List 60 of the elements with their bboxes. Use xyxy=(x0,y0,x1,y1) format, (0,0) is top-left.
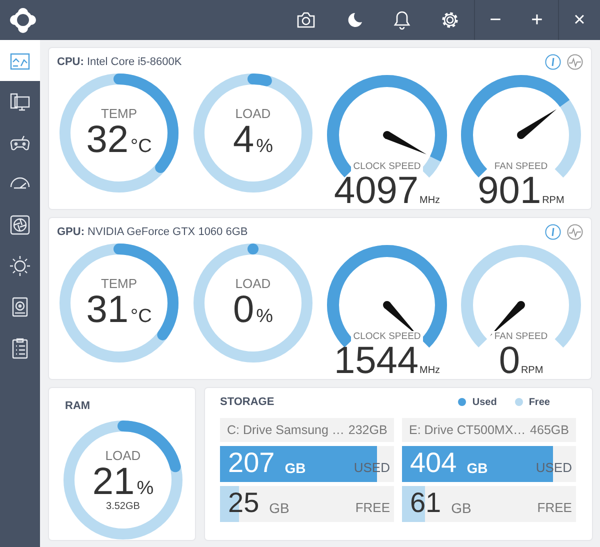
legend-label: Free xyxy=(528,396,550,408)
gauge-unit: MHz xyxy=(419,365,440,376)
gauge-label: TEMP xyxy=(100,107,138,121)
info-button[interactable] xyxy=(545,54,561,70)
minimize-button[interactable]: − xyxy=(474,0,516,40)
legend-label: Used xyxy=(472,396,497,408)
gauge-unit: °C xyxy=(130,306,152,328)
logo-icon xyxy=(8,5,38,35)
drive-name: E: Drive CT500MX… xyxy=(408,423,526,437)
free-value: 61 xyxy=(410,488,442,518)
gauge-unit: MHz xyxy=(419,195,440,206)
drive-size: 232GB xyxy=(348,423,388,437)
gauge-label: LOAD xyxy=(235,107,271,121)
gauge-unit: RPM xyxy=(542,195,564,206)
gauge-value: 0 xyxy=(498,342,520,380)
card-title: STORAGE xyxy=(220,396,274,408)
gauge-label: CLOCK SPEED xyxy=(351,331,423,342)
used-value: 207 xyxy=(228,448,275,478)
gauge-value: 0 xyxy=(232,291,254,329)
free-unit: GB xyxy=(269,499,290,518)
gauge-unit: °C xyxy=(130,136,152,158)
monitor-icon xyxy=(9,90,31,112)
gauge-value: 21 xyxy=(92,462,135,500)
sun-icon xyxy=(9,254,31,276)
sidebar-item[interactable] xyxy=(0,40,40,81)
free-unit: GB xyxy=(451,499,472,518)
free-label: FREE xyxy=(355,499,390,517)
card-title: CPU: Intel Core i5-8600K xyxy=(57,56,182,68)
drive-name: C: Drive Samsung … xyxy=(227,423,344,437)
gauge-label: TEMP xyxy=(100,277,138,291)
free-value: 25 xyxy=(228,488,260,518)
gauge-unit: % xyxy=(256,136,274,158)
gauge-label: LOAD xyxy=(235,277,271,291)
graph-button[interactable] xyxy=(567,224,583,240)
graph-button[interactable] xyxy=(567,54,583,70)
info-button[interactable] xyxy=(545,224,561,240)
gauge-value: 901 xyxy=(478,172,542,210)
gauge-value: 32 xyxy=(86,121,128,159)
used-unit: GB xyxy=(284,459,306,478)
gauge-unit: % xyxy=(256,306,274,328)
card-title: GPU: NVIDIA GeForce GTX 1060 6GB xyxy=(57,226,248,238)
gauge-label: LOAD xyxy=(105,448,141,462)
close-button[interactable]: × xyxy=(558,0,600,40)
maximize-button[interactable]: + xyxy=(516,0,558,40)
gauge-value: 4 xyxy=(232,121,254,159)
gauge-value: 31 xyxy=(86,291,128,329)
gauge-label: FAN SPEED xyxy=(492,331,550,342)
used-value: 404 xyxy=(410,448,457,478)
gauge-sub-value: 3.52GB xyxy=(106,500,140,512)
gauge-value: 4097 xyxy=(334,172,418,210)
gauge-unit: % xyxy=(136,478,154,500)
gauge-unit: RPM xyxy=(520,365,544,376)
card-title: RAM xyxy=(65,400,90,412)
drive-size: 465GB xyxy=(530,423,569,437)
fan-icon xyxy=(9,214,31,236)
gauge-value: 1544 xyxy=(334,342,418,380)
free-label: FREE xyxy=(537,499,572,517)
gauge-label: FAN SPEED xyxy=(492,161,550,172)
used-unit: GB xyxy=(466,459,488,478)
gauge-label: CLOCK SPEED xyxy=(351,161,423,172)
